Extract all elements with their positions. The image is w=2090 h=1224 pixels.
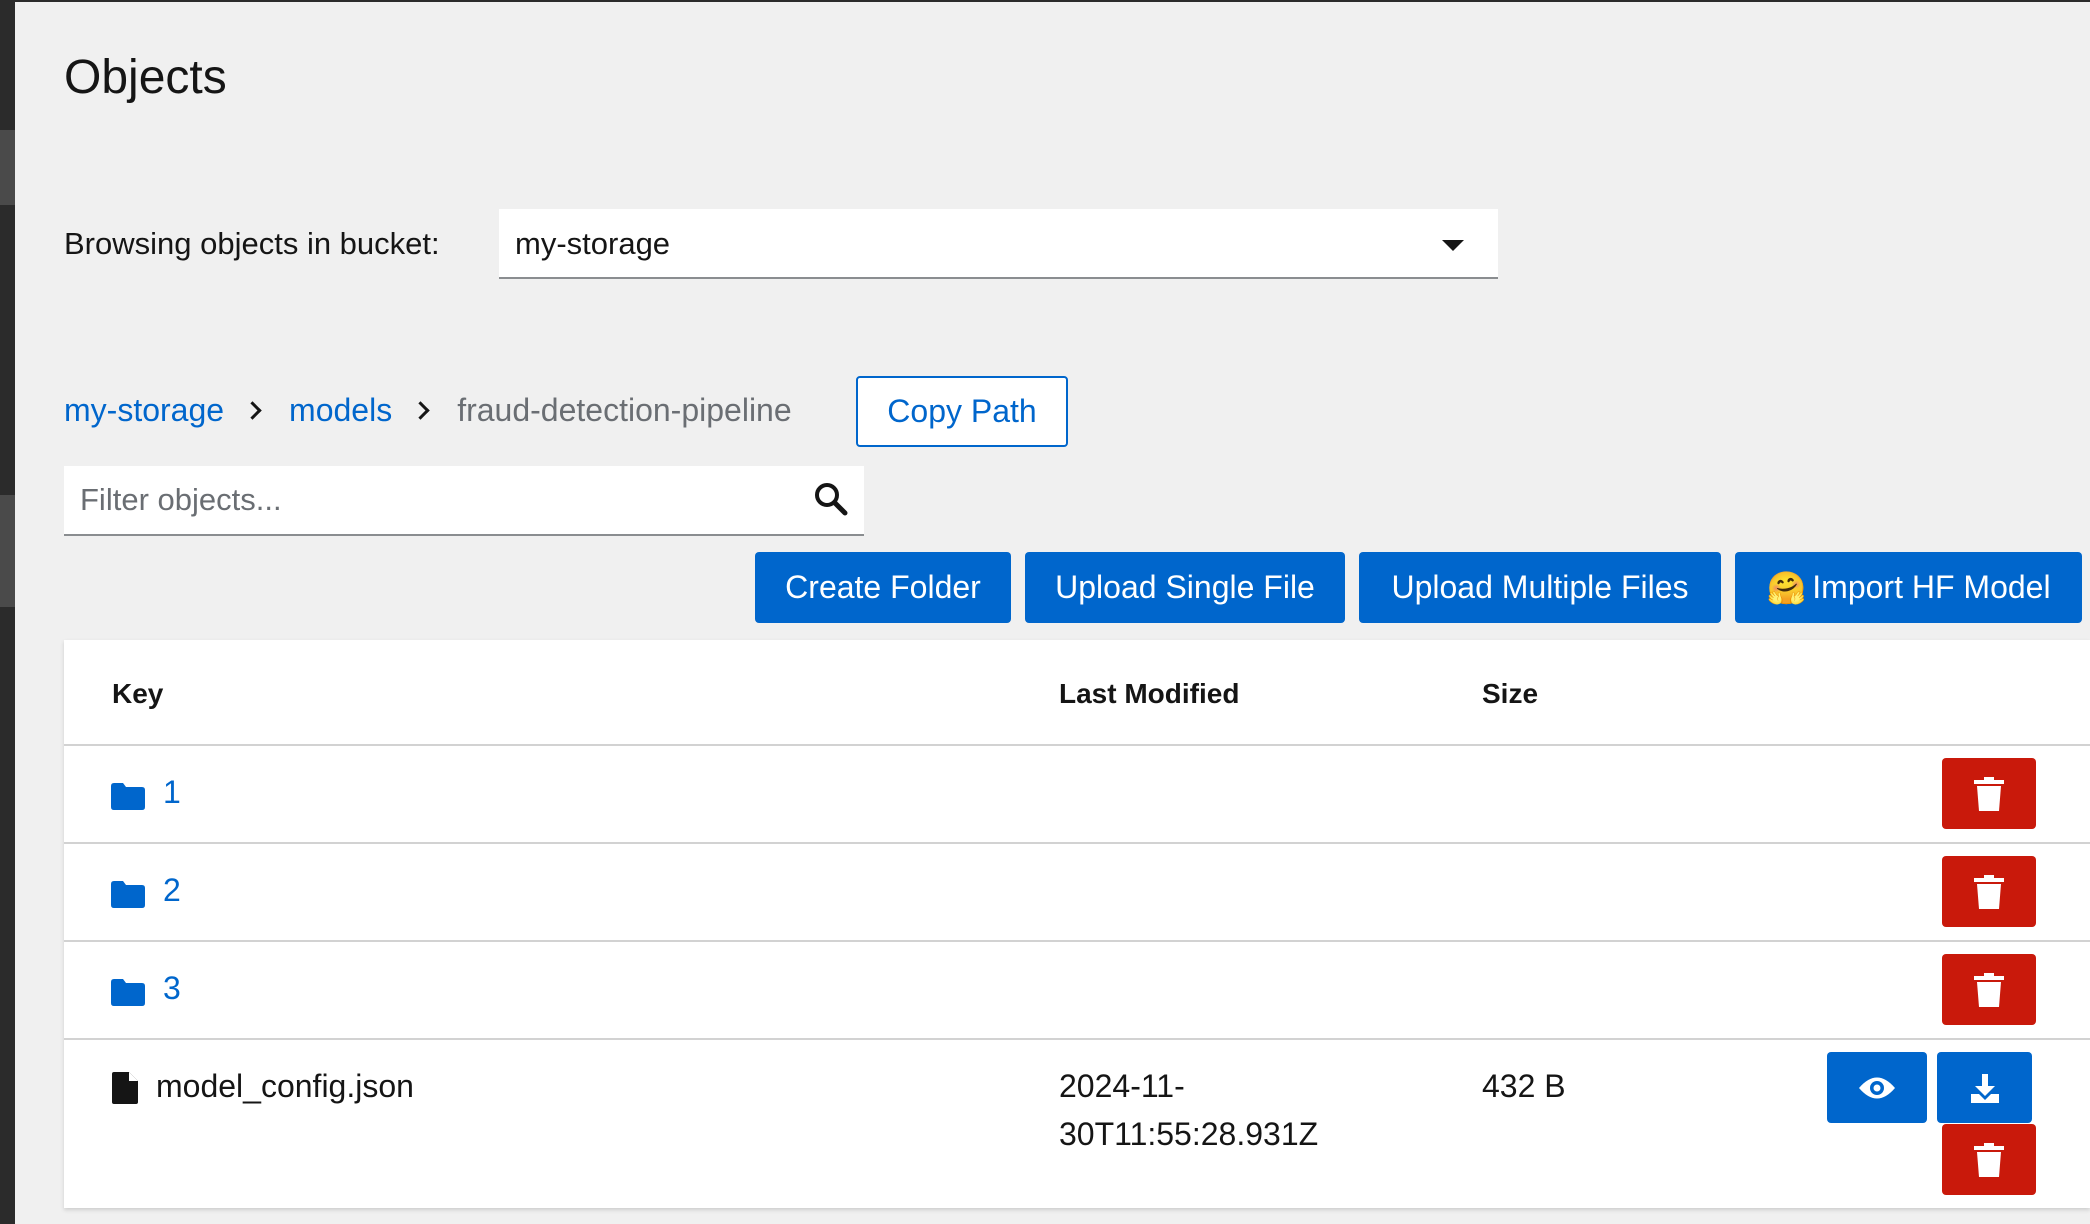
size-cell: 432 B — [1482, 1068, 1566, 1104]
file-icon — [112, 1072, 138, 1104]
delete-button[interactable] — [1942, 1124, 2036, 1195]
folder-link[interactable]: 1 — [163, 774, 181, 811]
objects-table: Key Last Modified Size 1 2 3 model_confi… — [64, 640, 2090, 1208]
eye-icon — [1859, 1077, 1895, 1098]
last-modified-cell: 2024-11- 30T11:55:28.931Z — [1059, 1062, 1318, 1158]
trash-icon — [1974, 1142, 2004, 1177]
bucket-label: Browsing objects in bucket: — [64, 226, 440, 261]
search-icon[interactable] — [814, 482, 848, 516]
chevron-right-icon — [411, 401, 430, 420]
breadcrumb-current: fraud-detection-pipeline — [457, 392, 792, 428]
column-header-last-modified[interactable]: Last Modified — [1059, 678, 1239, 710]
table-row: model_config.json 2024-11- 30T11:55:28.9… — [64, 1038, 2090, 1210]
column-header-key[interactable]: Key — [112, 678, 163, 710]
filter-input[interactable] — [64, 466, 802, 534]
table-row: 3 — [64, 940, 2090, 1040]
create-folder-button[interactable]: Create Folder — [755, 552, 1011, 623]
view-button[interactable] — [1827, 1052, 1927, 1123]
delete-button[interactable] — [1942, 856, 2036, 927]
delete-button[interactable] — [1942, 758, 2036, 829]
left-nav-segment — [0, 495, 15, 607]
bucket-select-value: my-storage — [515, 226, 671, 261]
last-modified-line2: 30T11:55:28.931Z — [1059, 1116, 1319, 1152]
folder-icon — [111, 881, 145, 908]
file-name[interactable]: model_config.json — [156, 1062, 414, 1110]
table-row: 2 — [64, 842, 2090, 942]
upload-single-file-button[interactable]: Upload Single File — [1025, 552, 1345, 623]
download-button[interactable] — [1937, 1052, 2032, 1123]
page-title: Objects — [64, 51, 227, 104]
folder-link[interactable]: 3 — [163, 970, 181, 1007]
filter-box — [64, 466, 864, 536]
breadcrumb-link-models[interactable]: models — [289, 392, 392, 429]
copy-path-button[interactable]: Copy Path — [856, 376, 1068, 447]
chevron-right-icon — [243, 401, 262, 420]
folder-icon — [111, 783, 145, 810]
folder-icon — [111, 979, 145, 1006]
import-hf-model-button[interactable]: 🤗 Import HF Model — [1735, 552, 2082, 623]
import-hf-model-label: Import HF Model — [1812, 569, 2051, 605]
trash-icon — [1974, 972, 2004, 1007]
upload-multiple-files-button[interactable]: Upload Multiple Files — [1359, 552, 1721, 623]
folder-link[interactable]: 2 — [163, 872, 181, 909]
delete-button[interactable] — [1942, 954, 2036, 1025]
bucket-select[interactable]: my-storage — [499, 209, 1498, 279]
left-nav-segment — [0, 130, 15, 205]
breadcrumb: my-storage models fraud-detection-pipeli… — [64, 392, 792, 429]
hugging-face-icon: 🤗 — [1766, 569, 1807, 606]
left-nav-edge — [0, 0, 15, 1224]
download-icon — [1970, 1073, 1999, 1103]
column-header-size[interactable]: Size — [1482, 678, 1538, 710]
breadcrumb-link-bucket[interactable]: my-storage — [64, 392, 224, 429]
last-modified-line1: 2024-11- — [1059, 1068, 1185, 1104]
table-row: 1 — [64, 744, 2090, 844]
trash-icon — [1974, 776, 2004, 811]
window-top-border — [0, 0, 2090, 2]
caret-down-icon — [1442, 240, 1464, 251]
trash-icon — [1974, 874, 2004, 909]
